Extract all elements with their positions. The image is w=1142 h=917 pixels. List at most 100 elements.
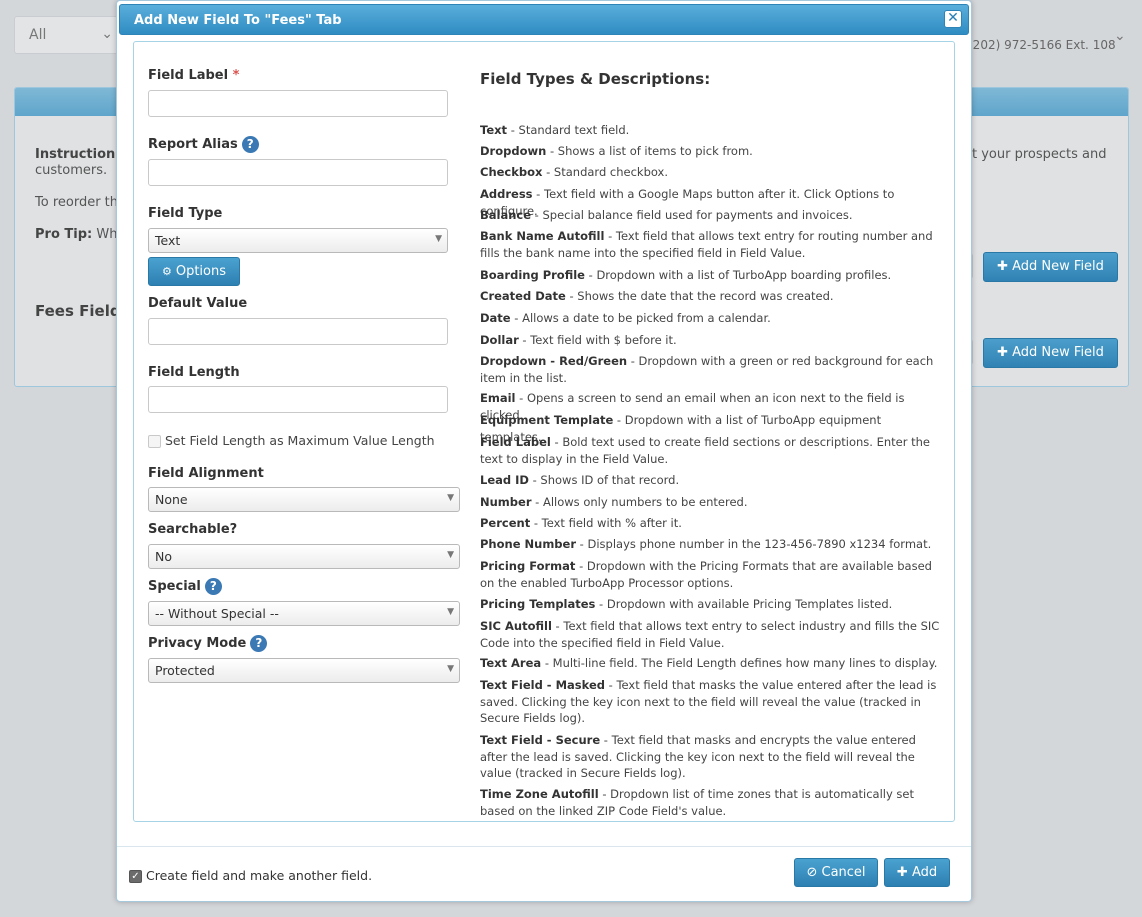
- description-text: Shows a list of items to pick from.: [557, 144, 753, 158]
- description-item: Number - Allows only numbers to be enter…: [480, 495, 748, 509]
- footer-divider: [117, 846, 971, 847]
- description-text: Dropdown with a list of TurboApp boardin…: [596, 268, 892, 282]
- description-item: Percent - Text field with % after it.: [480, 516, 682, 530]
- description-item: Text Field - Masked - Text field that ma…: [480, 678, 937, 725]
- description-item: Boarding Profile - Dropdown with a list …: [480, 268, 892, 282]
- default-value-label: Default Value: [148, 296, 248, 311]
- add-new-field-button-top[interactable]: ✚ Add New Field: [983, 252, 1118, 282]
- description-item: Phone Number - Displays phone number in …: [480, 537, 932, 551]
- description-type-name: Field Label: [480, 435, 551, 449]
- description-item: Pricing Format - Dropdown with the Prici…: [480, 559, 932, 590]
- description-type-name: Created Date: [480, 289, 566, 303]
- default-value-input[interactable]: [148, 318, 448, 345]
- reorder-text: To reorder th: [35, 195, 119, 210]
- caret-down-icon: ▼: [435, 234, 442, 244]
- pro-tip: Pro Tip: Wh: [35, 227, 118, 242]
- description-item: Time Zone Autofill - Dropdown list of ti…: [480, 787, 915, 818]
- description-type-name: Address: [480, 187, 533, 201]
- description-text: Allows a date to be picked from a calend…: [522, 311, 771, 325]
- description-type-name: SIC Autofill: [480, 619, 552, 633]
- gear-icon: ⚙: [161, 265, 172, 278]
- description-item: Text - Standard text field.: [480, 123, 630, 137]
- description-type-name: Bank Name Autofill: [480, 229, 605, 243]
- chevron-down-icon: ⌄: [101, 26, 113, 42]
- description-item: Bank Name Autofill - Text field that all…: [480, 229, 933, 260]
- field-type-descriptions: Field Types & Descriptions: Text - Stand…: [480, 70, 946, 818]
- description-type-name: Dollar: [480, 333, 519, 347]
- description-type-name: Pricing Templates: [480, 597, 596, 611]
- close-icon[interactable]: ✕: [944, 10, 962, 28]
- user-menu-chevron-icon[interactable]: ⌄: [1114, 28, 1126, 44]
- help-icon[interactable]: ?: [250, 635, 268, 652]
- add-button[interactable]: ✚ Add: [884, 858, 950, 887]
- options-button[interactable]: ⚙ Options: [148, 257, 240, 286]
- description-item: Created Date - Shows the date that the r…: [480, 289, 834, 303]
- field-length-label: Field Length: [148, 365, 240, 380]
- description-type-name: Balance: [480, 208, 532, 222]
- privacy-mode-select[interactable]: Protected ▼: [148, 658, 460, 683]
- description-item: Text Area - Multi-line field. The Field …: [480, 656, 938, 670]
- description-type-name: Text Field - Secure: [480, 733, 601, 747]
- description-item: Text Field - Secure - Text field that ma…: [480, 733, 916, 780]
- field-type-select[interactable]: Text ▼: [148, 228, 448, 253]
- help-icon[interactable]: ?: [241, 136, 259, 153]
- create-another-checkbox[interactable]: ✓: [129, 870, 142, 883]
- field-type-label: Field Type: [148, 206, 223, 221]
- caret-down-icon: ▼: [447, 664, 454, 674]
- description-type-name: Time Zone Autofill: [480, 787, 599, 801]
- description-type-name: Percent: [480, 516, 531, 530]
- description-type-name: Phone Number: [480, 537, 577, 551]
- cancel-button[interactable]: ⊘ Cancel: [794, 858, 878, 887]
- field-alignment-label: Field Alignment: [148, 466, 264, 481]
- special-select[interactable]: -- Without Special -- ▼: [148, 601, 460, 626]
- create-another-label: Create field and make another field.: [146, 868, 373, 883]
- description-type-name: Date: [480, 311, 511, 325]
- searchable-select[interactable]: No ▼: [148, 544, 460, 569]
- create-another-row[interactable]: ✓ Create field and make another field.: [129, 868, 372, 883]
- privacy-mode-label: Privacy Mode?: [148, 635, 268, 652]
- description-type-name: Lead ID: [480, 473, 529, 487]
- instructions-tail: t your prospects and: [972, 147, 1107, 162]
- searchable-value: No: [155, 549, 172, 564]
- help-icon[interactable]: ?: [204, 578, 222, 595]
- description-type-name: Text: [480, 123, 508, 137]
- plus-icon: ✚: [997, 259, 1008, 274]
- add-new-field-button-bottom[interactable]: ✚ Add New Field: [983, 338, 1118, 368]
- description-type-name: Dropdown - Red/Green: [480, 354, 628, 368]
- description-type-name: Number: [480, 495, 532, 509]
- field-length-input[interactable]: [148, 386, 448, 413]
- filter-select[interactable]: All ⌄: [14, 16, 124, 54]
- caret-down-icon: ▼: [447, 550, 454, 560]
- caret-down-icon: ▼: [447, 607, 454, 617]
- privacy-mode-value: Protected: [155, 663, 215, 678]
- description-text: Special balance field used for payments …: [542, 208, 853, 222]
- description-type-name: Email: [480, 391, 516, 405]
- add-field-dialog: Add New Field To "Fees" Tab ✕ Field Labe…: [116, 0, 972, 902]
- description-item: Balance - Special balance field used for…: [480, 208, 853, 222]
- searchable-label: Searchable?: [148, 522, 238, 537]
- cancel-icon: ⊘: [806, 865, 818, 880]
- description-item: Dropdown - Shows a list of items to pick…: [480, 144, 753, 158]
- field-alignment-value: None: [155, 492, 188, 507]
- description-text: Shows the date that the record was creat…: [577, 289, 834, 303]
- dialog-body: Field Label * Report Alias? Field Type T…: [133, 41, 955, 822]
- description-item: SIC Autofill - Text field that allows te…: [480, 619, 940, 650]
- field-label-input[interactable]: [148, 90, 448, 117]
- max-length-checkbox[interactable]: [148, 435, 161, 448]
- description-text: Dropdown with available Pricing Template…: [606, 597, 893, 611]
- description-item: Field Label - Bold text used to create f…: [480, 435, 931, 466]
- instructions-line2: customers.: [35, 163, 108, 178]
- description-item: Lead ID - Shows ID of that record.: [480, 473, 680, 487]
- description-type-name: Text Field - Masked: [480, 678, 606, 692]
- required-asterisk: *: [232, 68, 240, 83]
- max-length-checkbox-row[interactable]: Set Field Length as Maximum Value Length: [148, 433, 435, 448]
- field-type-value: Text: [155, 233, 181, 248]
- descriptions-title: Field Types & Descriptions:: [480, 70, 711, 88]
- description-text: Standard text field.: [518, 123, 630, 137]
- dialog-title: Add New Field To "Fees" Tab: [134, 13, 342, 28]
- description-type-name: Boarding Profile: [480, 268, 585, 282]
- report-alias-input[interactable]: [148, 159, 448, 186]
- description-text: Multi-line field. The Field Length defin…: [552, 656, 938, 670]
- description-text: Text field with % after it.: [541, 516, 682, 530]
- field-alignment-select[interactable]: None ▼: [148, 487, 460, 512]
